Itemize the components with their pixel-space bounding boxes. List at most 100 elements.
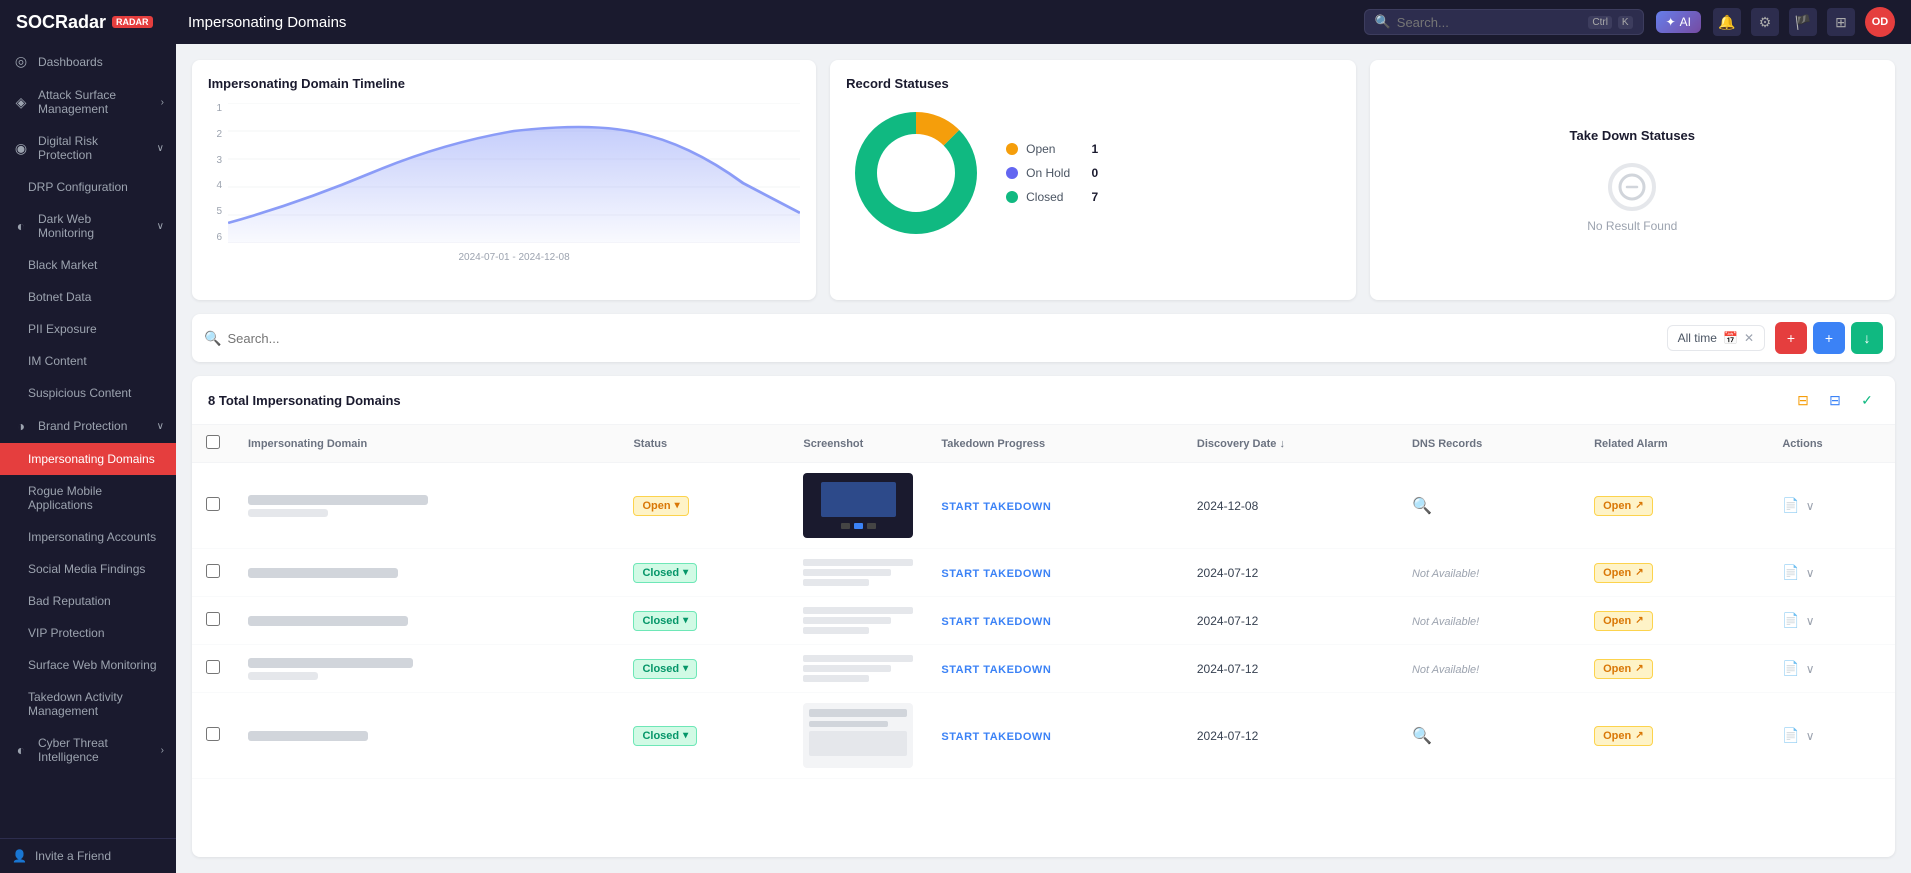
status-badge-closed-5[interactable]: Closed ▾ [633, 726, 697, 746]
sidebar-item-botnet-data[interactable]: Botnet Data [0, 281, 176, 313]
user-avatar[interactable]: OD [1865, 7, 1895, 37]
expand-icon-3[interactable]: ∨ [1806, 614, 1815, 628]
dns-search-icon-1[interactable]: 🔍 [1412, 498, 1432, 515]
grid-icon[interactable]: ⊞ [1827, 8, 1855, 36]
search-input[interactable] [1397, 15, 1583, 30]
sidebar-item-digital-risk[interactable]: ◉ Digital Risk Protection ∨ [0, 125, 176, 171]
sidebar: ◎ Dashboards ◈ Attack Surface Management… [0, 44, 176, 873]
row-checkbox-1[interactable] [206, 497, 220, 511]
sidebar-item-cyber-threat[interactable]: ◐ Cyber Threat Intelligence › [0, 727, 176, 773]
table-row: Closed ▾ START TAKEDOW [192, 597, 1895, 645]
col-takedown: Takedown Progress [927, 425, 1182, 463]
sidebar-item-impersonating-accounts[interactable]: Impersonating Accounts [0, 521, 176, 553]
chart-y-labels: 6 5 4 3 2 1 [208, 103, 222, 243]
global-search-bar[interactable]: 🔍 Ctrl K [1364, 9, 1644, 35]
sidebar-label-im-content: IM Content [28, 354, 87, 368]
sidebar-item-im-content[interactable]: IM Content [0, 345, 176, 377]
row-date-1: 2024-12-08 [1183, 463, 1398, 549]
status-badge-closed-3[interactable]: Closed ▾ [633, 611, 697, 631]
date-filter[interactable]: All time 📅 ✕ [1667, 325, 1765, 351]
sidebar-label-vip-protection: VIP Protection [28, 626, 105, 640]
invite-icon: 👤 [12, 849, 27, 863]
chevron-right-icon-2: › [161, 745, 164, 756]
doc-icon-2[interactable]: 📄 [1782, 564, 1799, 581]
sidebar-item-attack-surface[interactable]: ◈ Attack Surface Management › [0, 79, 176, 125]
row-checkbox-2[interactable] [206, 564, 220, 578]
flag-icon[interactable]: 🏴 [1789, 8, 1817, 36]
sidebar-item-vip-protection[interactable]: VIP Protection [0, 617, 176, 649]
col-checkbox [192, 425, 234, 463]
filter-btn-blue[interactable]: + [1813, 322, 1845, 354]
row-checkbox-5[interactable] [206, 727, 220, 741]
sidebar-item-takedown[interactable]: Takedown Activity Management [0, 681, 176, 727]
sidebar-label-drp-config: DRP Configuration [28, 180, 128, 194]
table-row: Closed ▾ START TAKEDOW [192, 549, 1895, 597]
takedown-link-1[interactable]: START TAKEDOWN [941, 501, 1051, 513]
impersonating-domains-table: Impersonating Domain Status Screenshot T… [192, 425, 1895, 779]
alarm-badge-3[interactable]: Open ↗ [1594, 611, 1653, 631]
row-alarm-4: Open ↗ [1580, 645, 1768, 693]
alarm-badge-1[interactable]: Open ↗ [1594, 496, 1653, 516]
filter-search-input[interactable] [227, 331, 1656, 346]
sidebar-item-pii-exposure[interactable]: PII Exposure [0, 313, 176, 345]
status-badge-open-1[interactable]: Open ▾ [633, 496, 688, 516]
open-label: Open [1026, 142, 1070, 156]
on-hold-label: On Hold [1026, 166, 1070, 180]
expand-icon-5[interactable]: ∨ [1806, 729, 1815, 743]
alarm-badge-5[interactable]: Open ↗ [1594, 726, 1653, 746]
doc-icon-4[interactable]: 📄 [1782, 660, 1799, 677]
invite-label: Invite a Friend [35, 849, 111, 863]
takedown-link-3[interactable]: START TAKEDOWN [941, 616, 1051, 628]
col-discovery-date: Discovery Date ↓ [1183, 425, 1398, 463]
sidebar-item-drp-config[interactable]: DRP Configuration [0, 171, 176, 203]
clear-date-icon[interactable]: ✕ [1744, 331, 1754, 345]
chevron-down-icon-2: ∨ [157, 221, 164, 232]
doc-icon-1[interactable]: 📄 [1782, 497, 1799, 514]
takedown-link-5[interactable]: START TAKEDOWN [941, 731, 1051, 743]
takedown-link-2[interactable]: START TAKEDOWN [941, 568, 1051, 580]
sidebar-item-impersonating-domains[interactable]: Impersonating Domains [0, 443, 176, 475]
sidebar-item-rogue-mobile[interactable]: Rogue Mobile Applications [0, 475, 176, 521]
table-icon-blue[interactable]: ⊟ [1823, 388, 1847, 412]
chart-label-3: 3 [208, 155, 222, 166]
status-badge-closed-4[interactable]: Closed ▾ [633, 659, 697, 679]
row-checkbox-3[interactable] [206, 612, 220, 626]
expand-icon-1[interactable]: ∨ [1806, 499, 1815, 513]
col-actions: Actions [1768, 425, 1895, 463]
alarm-badge-4[interactable]: Open ↗ [1594, 659, 1653, 679]
sidebar-label-rogue-mobile: Rogue Mobile Applications [28, 484, 164, 512]
attack-surface-icon: ◈ [12, 94, 30, 111]
expand-icon-4[interactable]: ∨ [1806, 662, 1815, 676]
sidebar-item-black-market[interactable]: Black Market [0, 249, 176, 281]
dns-search-icon-5[interactable]: 🔍 [1412, 728, 1432, 745]
filter-btn-green[interactable]: ↓ [1851, 322, 1883, 354]
sidebar-item-social-media[interactable]: Social Media Findings [0, 553, 176, 585]
expand-icon-2[interactable]: ∨ [1806, 566, 1815, 580]
summary-cards-row: Impersonating Domain Timeline 6 5 4 3 2 … [192, 60, 1895, 300]
select-all-checkbox[interactable] [206, 435, 220, 449]
sidebar-item-dashboards[interactable]: ◎ Dashboards [0, 44, 176, 79]
alarm-badge-2[interactable]: Open ↗ [1594, 563, 1653, 583]
col-domain: Impersonating Domain [234, 425, 619, 463]
status-badge-closed-2[interactable]: Closed ▾ [633, 563, 697, 583]
row-checkbox-4[interactable] [206, 660, 220, 674]
filter-btn-red[interactable]: + [1775, 322, 1807, 354]
invite-friend-button[interactable]: 👤 Invite a Friend [12, 849, 164, 863]
notifications-icon[interactable]: 🔔 [1713, 8, 1741, 36]
sidebar-item-bad-reputation[interactable]: Bad Reputation [0, 585, 176, 617]
open-dot [1006, 143, 1018, 155]
sidebar-item-suspicious[interactable]: Suspicious Content [0, 377, 176, 409]
sidebar-item-dark-web[interactable]: ◐ Dark Web Monitoring ∨ [0, 203, 176, 249]
dns-not-available-4: Not Available! [1412, 664, 1479, 676]
table-icon-yellow[interactable]: ⊟ [1791, 388, 1815, 412]
filter-search-area[interactable]: 🔍 [204, 330, 1657, 347]
table-icon-green[interactable]: ✓ [1855, 388, 1879, 412]
sidebar-label-dashboards: Dashboards [38, 55, 103, 69]
doc-icon-5[interactable]: 📄 [1782, 727, 1799, 744]
sidebar-item-brand-protection[interactable]: ◑ Brand Protection ∨ [0, 409, 176, 443]
ai-button[interactable]: ✦ AI [1656, 11, 1701, 33]
settings-icon[interactable]: ⚙ [1751, 8, 1779, 36]
doc-icon-3[interactable]: 📄 [1782, 612, 1799, 629]
sidebar-item-surface-web[interactable]: Surface Web Monitoring [0, 649, 176, 681]
takedown-link-4[interactable]: START TAKEDOWN [941, 664, 1051, 676]
